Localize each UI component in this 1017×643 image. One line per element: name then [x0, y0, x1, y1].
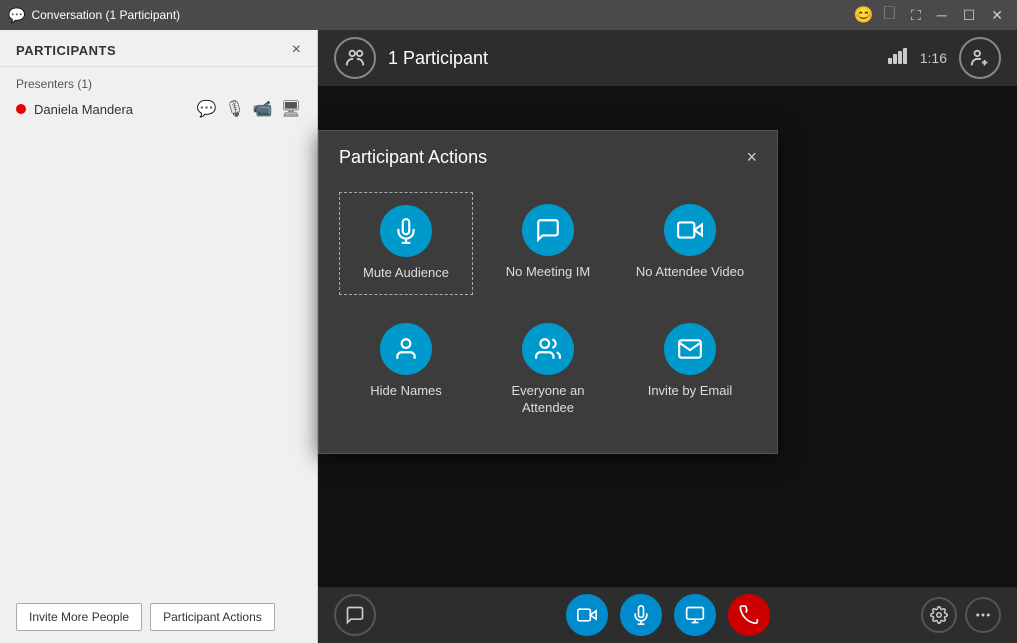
bottom-controls-right — [921, 597, 1001, 633]
more-options-button[interactable] — [965, 597, 1001, 633]
everyone-attendee-label: Everyone an Attendee — [489, 383, 607, 417]
title-bar-left: 💬 Conversation (1 Participant) — [8, 7, 180, 24]
participant-name-area: Daniela Mandera — [16, 102, 133, 117]
modal-body: Mute Audience No Meeting IM — [319, 176, 777, 453]
participant-name: Daniela Mandera — [34, 102, 133, 117]
title-bar-title: Conversation (1 Participant) — [31, 8, 180, 22]
video-toggle-button[interactable] — [566, 594, 608, 636]
minimize-btn[interactable]: ─ — [931, 5, 953, 25]
close-btn[interactable]: ✕ — [985, 5, 1009, 26]
hide-names-icon — [380, 323, 432, 375]
modal-title: Participant Actions — [339, 147, 487, 168]
presenters-section: Presenters (1) Daniela Mandera 💬 🎙 📹 🖥 — [0, 67, 317, 129]
participant-actions-dialog: Participant Actions × — [318, 130, 778, 454]
participant-row: Daniela Mandera 💬 🎙 📹 🖥 — [16, 99, 301, 119]
restore-btn[interactable]: ☐ — [957, 5, 982, 26]
modal-actions-grid: Mute Audience No Meeting IM — [339, 192, 757, 429]
everyone-attendee-icon — [522, 323, 574, 375]
video-top-bar: 1 Participant 1:16 — [318, 30, 1017, 86]
contacts-btn[interactable]: 🗌 — [878, 1, 901, 29]
no-attendee-video-icon — [664, 204, 716, 256]
modal-header: Participant Actions × — [319, 131, 777, 176]
video-bottom-bar — [318, 587, 1017, 643]
participants-panel-close[interactable]: × — [292, 42, 301, 58]
presenters-label: Presenters (1) — [16, 77, 301, 91]
bottom-controls-center — [566, 594, 770, 636]
add-participant-button[interactable] — [959, 37, 1001, 79]
emoji-icon[interactable]: 😊 — [854, 5, 874, 25]
chat-button[interactable] — [334, 594, 376, 636]
mute-audience-label: Mute Audience — [363, 265, 449, 282]
fullscreen-btn[interactable]: ⛶ — [905, 5, 927, 26]
everyone-attendee-action[interactable]: Everyone an Attendee — [481, 311, 615, 429]
title-bar-controls: 😊 🗌 ⛶ ─ ☐ ✕ — [854, 1, 1009, 29]
share-screen-button[interactable] — [674, 594, 716, 636]
participants-circle-icon — [334, 37, 376, 79]
participants-panel: PARTICIPANTS × Presenters (1) Daniela Ma… — [0, 30, 318, 643]
no-meeting-im-icon — [522, 204, 574, 256]
settings-button[interactable] — [921, 597, 957, 633]
participant-mic-icon[interactable]: 🎙 — [224, 99, 244, 119]
invite-email-action[interactable]: Invite by Email — [623, 311, 757, 429]
hide-names-action[interactable]: Hide Names — [339, 311, 473, 429]
participant-actions-button[interactable]: Participant Actions — [150, 603, 275, 631]
video-panel: 1 Participant 1:16 — [318, 30, 1017, 643]
mute-audience-icon — [380, 205, 432, 257]
video-title: 1 Participant — [388, 48, 488, 69]
mute-audience-action[interactable]: Mute Audience — [339, 192, 473, 295]
video-top-left: 1 Participant — [334, 37, 488, 79]
invite-email-icon — [664, 323, 716, 375]
call-timer: 1:16 — [920, 50, 947, 66]
invite-email-label: Invite by Email — [648, 383, 733, 400]
mic-toggle-button[interactable] — [620, 594, 662, 636]
no-attendee-video-label: No Attendee Video — [636, 264, 744, 281]
participants-panel-title: PARTICIPANTS — [16, 43, 116, 58]
main-layout: PARTICIPANTS × Presenters (1) Daniela Ma… — [0, 30, 1017, 643]
hangup-button[interactable] — [728, 594, 770, 636]
app-icon: 💬 — [8, 7, 25, 24]
participant-chat-icon[interactable]: 💬 — [197, 99, 217, 119]
participants-panel-header: PARTICIPANTS × — [0, 30, 317, 67]
participant-icons: 💬 🎙 📹 🖥 — [197, 99, 301, 119]
video-top-right: 1:16 — [888, 37, 1001, 79]
participant-video-icon[interactable]: 📹 — [253, 99, 273, 119]
no-meeting-im-action[interactable]: No Meeting IM — [481, 192, 615, 295]
no-meeting-im-label: No Meeting IM — [506, 264, 591, 281]
invite-more-people-button[interactable]: Invite More People — [16, 603, 142, 631]
left-panel-footer: Invite More People Participant Actions — [0, 591, 317, 643]
bottom-controls-left — [334, 594, 376, 636]
hide-names-label: Hide Names — [370, 383, 442, 400]
modal-close-button[interactable]: × — [746, 147, 757, 168]
title-bar: 💬 Conversation (1 Participant) 😊 🗌 ⛶ ─ ☐… — [0, 0, 1017, 30]
participant-status-dot — [16, 104, 26, 114]
signal-icon — [888, 48, 908, 69]
no-attendee-video-action[interactable]: No Attendee Video — [623, 192, 757, 295]
participant-screen-icon[interactable]: 🖥 — [281, 99, 301, 119]
